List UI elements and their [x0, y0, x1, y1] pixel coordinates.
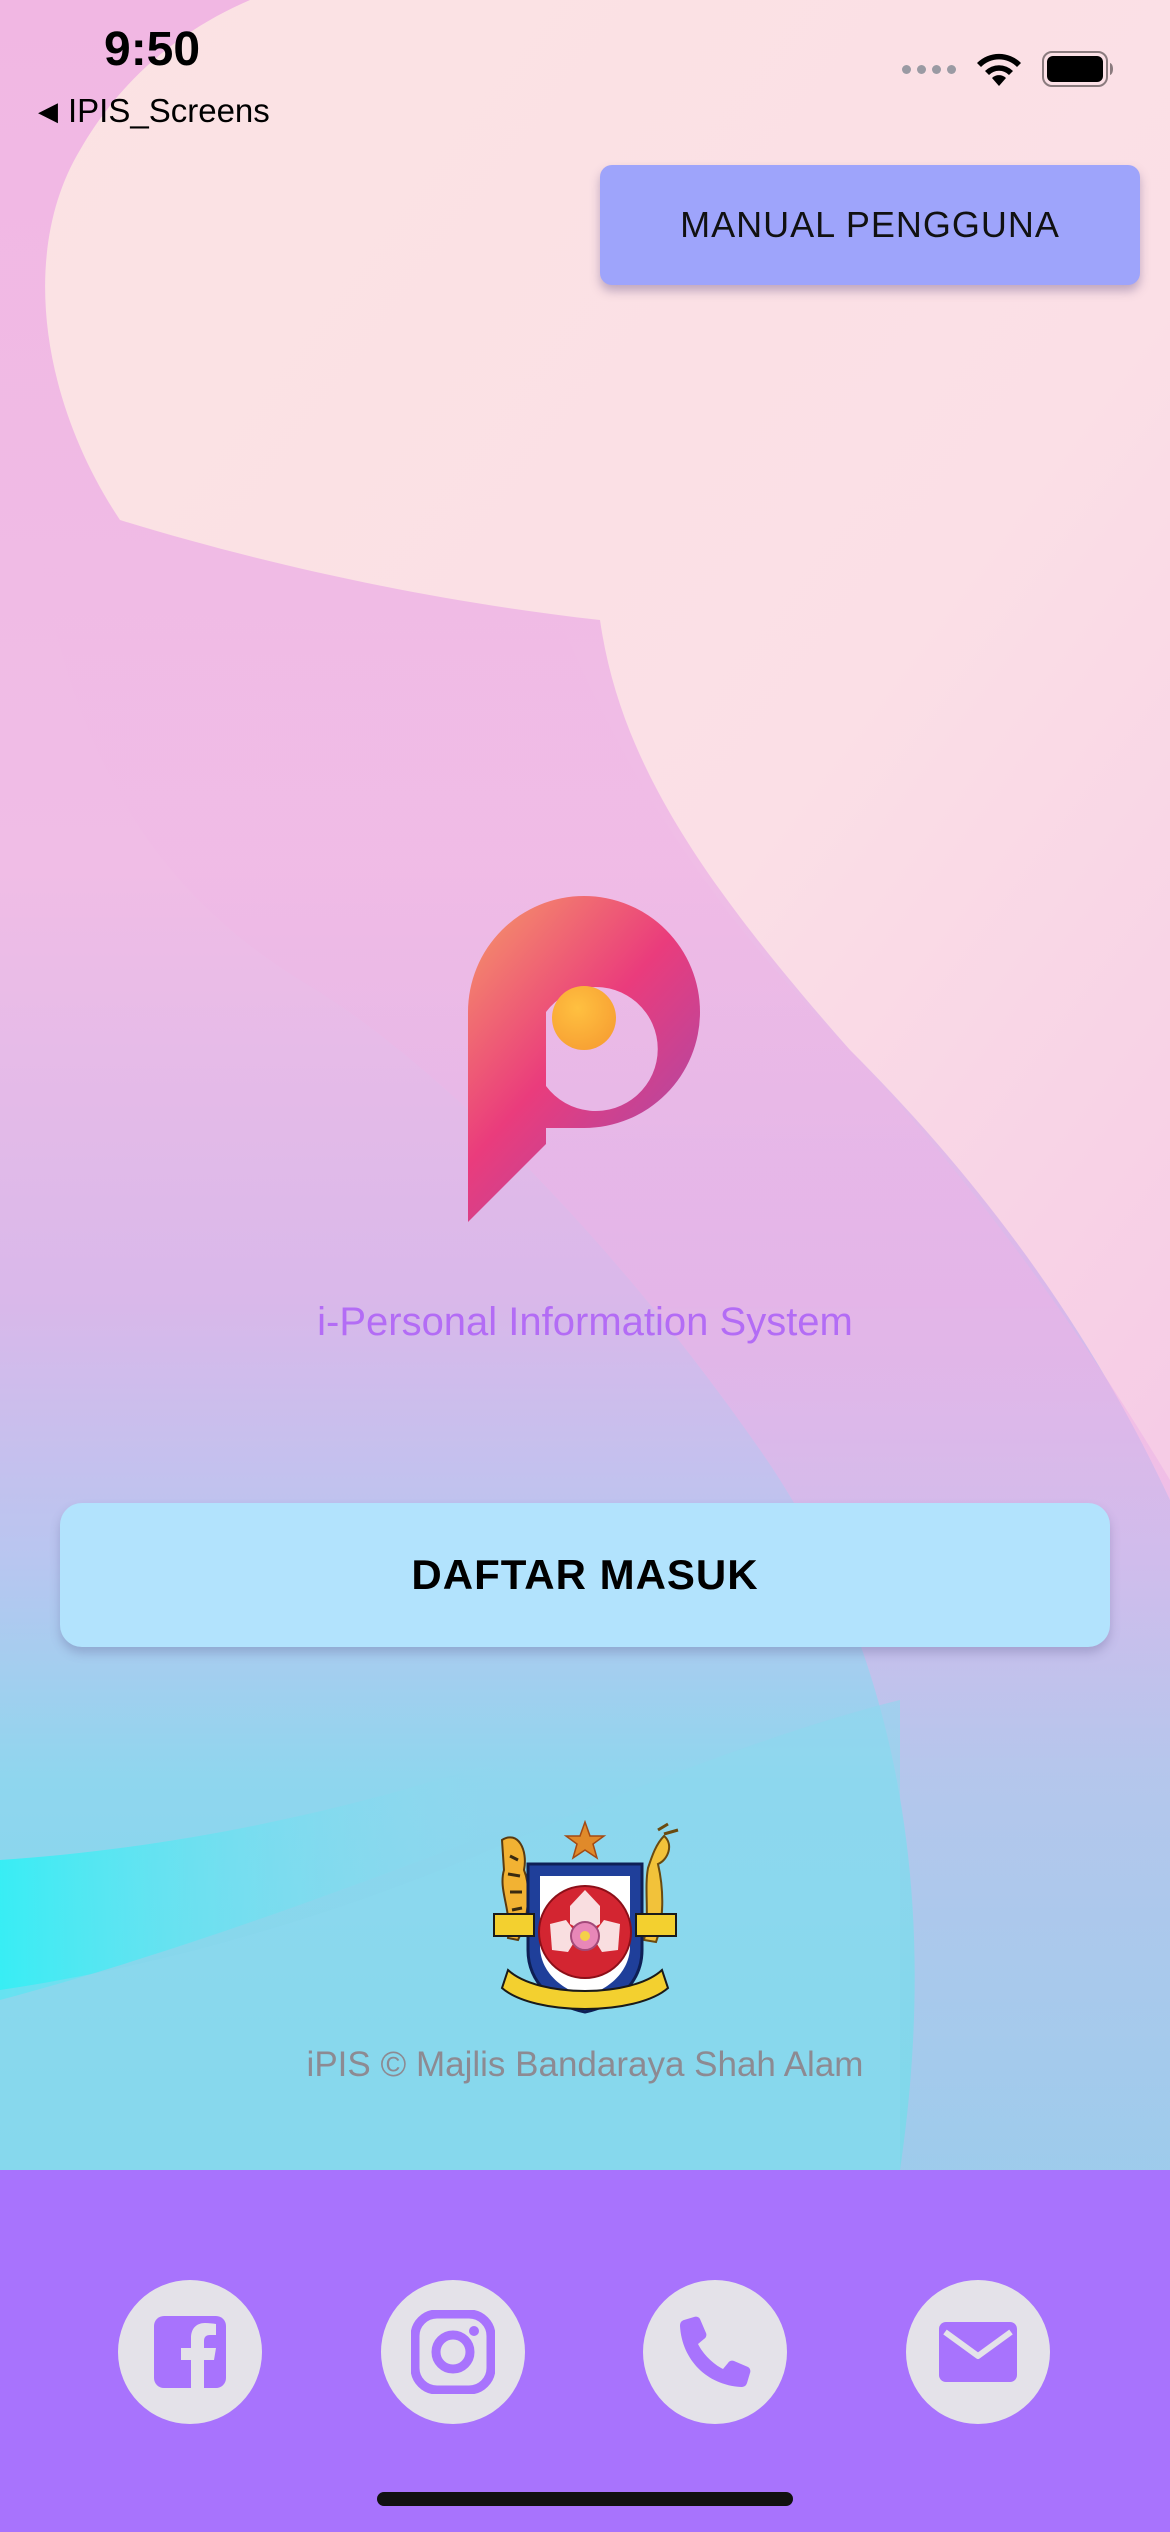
status-icons	[902, 50, 1116, 88]
wifi-icon	[977, 53, 1021, 86]
home-indicator	[377, 2492, 793, 2506]
instagram-button[interactable]	[381, 2280, 525, 2424]
instagram-icon	[411, 2310, 495, 2394]
phone-button[interactable]	[643, 2280, 787, 2424]
app-logo	[468, 896, 700, 1222]
back-triangle-icon: ◀	[38, 95, 58, 126]
mail-button[interactable]	[906, 2280, 1050, 2424]
copyright-text: iPIS © Majlis Bandaraya Shah Alam	[306, 2045, 864, 2084]
mail-icon	[939, 2322, 1017, 2382]
back-label: IPIS_Screens	[68, 92, 270, 129]
cellular-dots-icon	[902, 64, 956, 74]
login-button[interactable]: DAFTAR MASUK	[60, 1503, 1110, 1647]
facebook-button[interactable]	[118, 2280, 262, 2424]
phone-icon	[680, 2316, 751, 2387]
facebook-icon	[154, 2316, 226, 2390]
app-tagline: i-Personal Information System	[317, 1300, 853, 1344]
mbsa-emblem-logo	[493, 1820, 679, 2014]
status-time: 9:50	[104, 23, 201, 76]
user-manual-button[interactable]: MANUAL PENGGUNA	[600, 165, 1140, 285]
battery-icon	[1042, 51, 1113, 87]
back-to-app-link[interactable]: ◀ IPIS_Screens	[38, 92, 270, 130]
